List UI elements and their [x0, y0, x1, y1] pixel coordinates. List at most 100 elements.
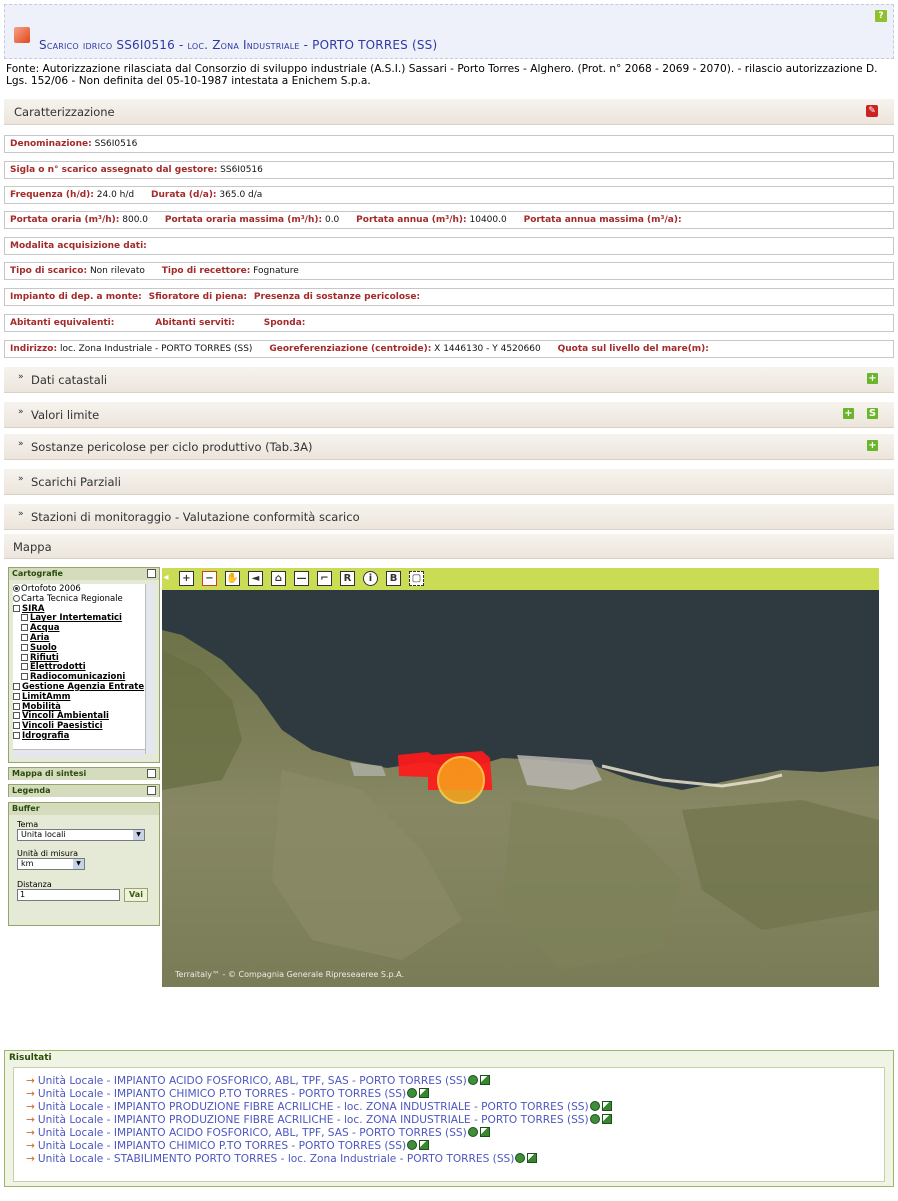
measure-line-icon[interactable]: — [294, 571, 309, 586]
detail-icon[interactable] [419, 1140, 430, 1150]
locate-icon[interactable] [589, 1101, 600, 1111]
checkbox[interactable] [13, 712, 20, 720]
distanza-input[interactable]: 1 [17, 889, 120, 901]
layer-item[interactable]: Rifiuti [13, 653, 145, 663]
layer-item[interactable]: Gestione Agenzia Entrate [13, 682, 145, 692]
result-item[interactable]: → Unità Locale - STABILIMENTO PORTO TORRE… [26, 1153, 538, 1165]
checkbox[interactable] [21, 633, 28, 641]
locate-icon[interactable] [467, 1127, 478, 1137]
layer-item[interactable]: Vincoli Paesistici [13, 721, 145, 731]
vai-button[interactable]: Vai [124, 888, 148, 902]
layer-item[interactable]: Carta Tecnica Regionale [13, 594, 145, 604]
section-title: Stazioni di monitoraggio - Valutazione c… [31, 510, 360, 524]
vertical-scrollbar[interactable] [145, 584, 155, 754]
checkbox[interactable] [13, 702, 20, 710]
layer-item[interactable]: Vincoli Ambientali [13, 711, 145, 721]
legenda-panel[interactable]: Legenda [8, 784, 160, 797]
locate-icon[interactable] [467, 1075, 478, 1085]
layer-item[interactable]: Ortofoto 2006 [13, 584, 145, 594]
add-icon[interactable]: + [867, 373, 878, 384]
locate-icon[interactable] [407, 1140, 418, 1150]
radio-icon[interactable] [13, 594, 20, 602]
arrow-icon: → [26, 1075, 35, 1087]
section-dati-catastali[interactable]: » Dati catastali + [4, 367, 894, 393]
layer-item[interactable]: LimitAmm [13, 692, 145, 702]
detail-icon[interactable] [601, 1114, 612, 1124]
layer-item[interactable]: Idrografia [13, 731, 145, 741]
layer-item[interactable]: Suolo [13, 643, 145, 653]
detail-icon[interactable] [479, 1127, 490, 1137]
result-item[interactable]: → Unità Locale - IMPIANTO CHIMICO P.TO TO… [26, 1088, 430, 1100]
locate-icon[interactable] [589, 1114, 600, 1124]
tema-select[interactable]: Unita locali ▼ [17, 829, 145, 841]
home-icon[interactable]: ⌂ [271, 571, 286, 586]
layer-item[interactable]: SIRA [13, 604, 145, 614]
checkbox[interactable] [21, 614, 28, 622]
result-item[interactable]: → Unità Locale - IMPIANTO ACIDO FOSFORICO… [26, 1075, 490, 1087]
result-item[interactable]: → Unità Locale - IMPIANTO PRODUZIONE FIBR… [26, 1114, 612, 1126]
field-label: Denominazione: [10, 139, 92, 149]
result-item[interactable]: → Unità Locale - IMPIANTO ACIDO FOSFORICO… [26, 1127, 490, 1139]
field-row-modalita: Modalita acquisizione dati: [4, 237, 894, 255]
checkbox[interactable] [21, 653, 28, 661]
field-value: 24.0 h/d [96, 190, 135, 200]
section-stazioni[interactable]: » Stazioni di monitoraggio - Valutazione… [4, 504, 894, 530]
source-text: Fonte: Autorizzazione rilasciata dal Con… [6, 63, 878, 87]
detail-icon[interactable] [527, 1153, 538, 1163]
section-valori-limite[interactable]: » Valori limite + S [4, 402, 894, 428]
help-icon[interactable]: ? [875, 10, 887, 22]
edit-icon[interactable]: ✎ [866, 105, 878, 117]
detail-icon[interactable] [479, 1075, 490, 1085]
map-view[interactable]: Terraitaly™ - © Compagnia Generale Ripre… [162, 590, 879, 987]
field-label: Portata annua massima (m³/a): [523, 215, 682, 225]
checkbox[interactable] [21, 663, 28, 671]
measure-area-icon[interactable]: ⌐ [317, 571, 332, 586]
zoom-out-icon[interactable]: − [202, 571, 217, 586]
section-sostanze-tab3a[interactable]: » Sostanze pericolose per ciclo produtti… [4, 434, 894, 460]
field-row-portata: Portata oraria (m³/h): 800.0 Portata ora… [4, 211, 894, 229]
pan-icon[interactable]: ✋ [225, 571, 240, 586]
collapse-panel-icon[interactable]: ◂ [162, 571, 170, 586]
layer-item[interactable]: Aria [13, 633, 145, 643]
checkbox[interactable] [21, 624, 28, 632]
layer-item[interactable]: Radiocomunicazioni [13, 672, 145, 682]
section-scarichi-parziali[interactable]: » Scarichi Parziali [4, 469, 894, 495]
b-tool-icon[interactable]: B [386, 571, 401, 586]
detail-icon[interactable] [601, 1101, 612, 1111]
locate-icon[interactable] [407, 1088, 418, 1098]
unita-select[interactable]: km ▼ [17, 858, 85, 870]
page-header: ? Scarico idrico SS6I0516 - loc. Zona In… [4, 4, 894, 59]
section-caratterizzazione: Caratterizzazione ✎ [4, 99, 894, 125]
layer-item[interactable]: Mobilità [13, 702, 145, 712]
checkbox[interactable] [13, 682, 20, 690]
layer-item[interactable]: Layer Intertematici [13, 613, 145, 623]
radio-icon[interactable] [13, 585, 20, 592]
checkbox[interactable] [13, 722, 20, 730]
add-substance-icon[interactable]: S [867, 408, 878, 419]
result-item[interactable]: → Unità Locale - IMPIANTO PRODUZIONE FIBR… [26, 1101, 612, 1113]
expand-icon[interactable] [147, 769, 156, 778]
layer-item[interactable]: Elettrodotti [13, 662, 145, 672]
locate-icon[interactable] [515, 1153, 526, 1163]
arrow-icon: → [26, 1114, 35, 1126]
minimize-icon[interactable] [147, 569, 156, 578]
detail-icon[interactable] [419, 1088, 430, 1098]
checkbox[interactable] [21, 643, 28, 651]
section-mappa: Mappa [4, 534, 894, 559]
add-icon[interactable]: + [867, 440, 878, 451]
back-icon[interactable]: ◄ [248, 571, 263, 586]
zoom-in-icon[interactable]: + [179, 571, 194, 586]
layer-item[interactable]: Acqua [13, 623, 145, 633]
mappa-di-sintesi-panel[interactable]: Mappa di sintesi [8, 767, 160, 780]
result-item[interactable]: → Unità Locale - IMPIANTO CHIMICO P.TO TO… [26, 1140, 430, 1152]
r-tool-icon[interactable]: R [340, 571, 355, 586]
select-box-icon[interactable]: ▢ [409, 571, 424, 586]
checkbox[interactable] [13, 731, 20, 739]
horizontal-scrollbar[interactable] [13, 749, 145, 758]
checkbox[interactable] [21, 673, 28, 681]
add-icon[interactable]: + [843, 408, 854, 419]
info-icon[interactable]: i [363, 571, 378, 586]
expand-icon[interactable] [147, 786, 156, 795]
checkbox[interactable] [13, 604, 20, 612]
checkbox[interactable] [13, 692, 20, 700]
